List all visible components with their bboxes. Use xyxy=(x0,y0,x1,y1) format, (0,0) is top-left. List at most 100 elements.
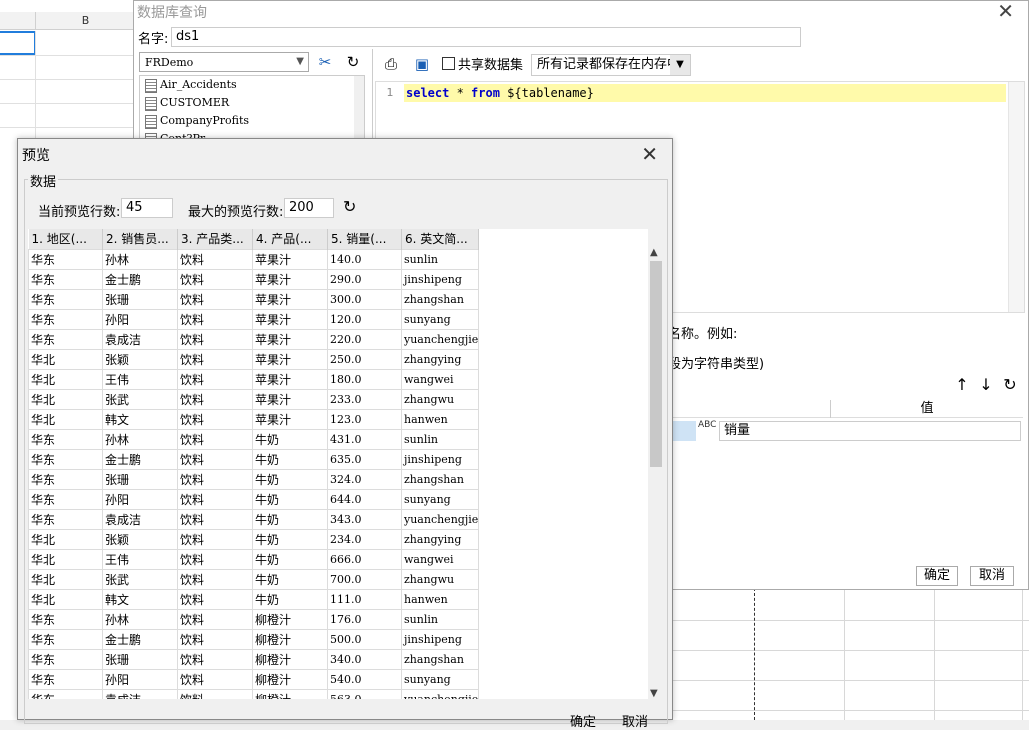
table-cell[interactable]: 张武 xyxy=(102,388,178,410)
table-cell[interactable]: 饮料 xyxy=(177,528,253,550)
table-cell[interactable]: sunyang xyxy=(400,668,480,690)
column-header[interactable]: 5. 销量(... xyxy=(327,229,402,249)
chevron-down-icon[interactable]: ▼ xyxy=(650,688,658,699)
table-cell[interactable]: 饮料 xyxy=(177,628,253,650)
param-value-input[interactable]: 销量 xyxy=(719,421,1021,441)
table-cell[interactable]: 华东 xyxy=(28,608,103,630)
table-cell[interactable]: 孙阳 xyxy=(102,668,178,690)
selected-cell[interactable] xyxy=(0,31,36,55)
table-cell[interactable]: 饮料 xyxy=(177,328,253,350)
table-cell[interactable]: yuanchengjie xyxy=(400,328,480,350)
table-cell[interactable]: 563.0 xyxy=(327,688,402,699)
table-cell[interactable]: hanwen xyxy=(400,588,480,610)
table-row[interactable]: 华东 孙林 饮料 苹果汁 140.0 sunlin xyxy=(28,248,480,270)
column-header[interactable]: 2. 销售员... xyxy=(102,229,178,249)
table-cell[interactable]: 华北 xyxy=(28,408,103,430)
table-cell[interactable]: 孙林 xyxy=(102,608,178,630)
table-cell[interactable]: 孙阳 xyxy=(102,308,178,330)
table-cell[interactable]: 金士鹏 xyxy=(102,268,178,290)
table-cell[interactable]: sunyang xyxy=(400,308,480,330)
chevron-up-icon[interactable]: ▲ xyxy=(650,247,658,258)
table-cell[interactable]: 华东 xyxy=(28,628,103,650)
table-row[interactable]: 华东 金士鹏 饮料 柳橙汁 500.0 jinshipeng xyxy=(28,628,480,650)
table-cell[interactable]: 华北 xyxy=(28,528,103,550)
table-cell[interactable]: 苹果汁 xyxy=(252,268,328,290)
table-cell[interactable]: 苹果汁 xyxy=(252,408,328,430)
table-cell[interactable]: 张颖 xyxy=(102,348,178,370)
table-cell[interactable]: 华北 xyxy=(28,588,103,610)
table-cell[interactable]: sunyang xyxy=(400,488,480,510)
table-cell[interactable]: hanwen xyxy=(400,408,480,430)
table-cell[interactable]: 644.0 xyxy=(327,488,402,510)
table-row[interactable]: 华东 孙林 饮料 牛奶 431.0 sunlin xyxy=(28,428,480,450)
table-list-item[interactable]: CUSTOMER xyxy=(140,94,364,112)
column-header-b[interactable]: B xyxy=(35,12,135,30)
table-row[interactable]: 华东 张珊 饮料 牛奶 324.0 zhangshan xyxy=(28,468,480,490)
table-cell[interactable]: 苹果汁 xyxy=(252,388,328,410)
table-cell[interactable]: 华东 xyxy=(28,468,103,490)
table-cell[interactable]: 250.0 xyxy=(327,348,402,370)
param-row[interactable]: ABC 销量 xyxy=(668,421,1023,441)
table-cell[interactable]: 饮料 xyxy=(177,248,253,270)
table-cell[interactable]: 苹果汁 xyxy=(252,348,328,370)
table-cell[interactable]: 饮料 xyxy=(177,608,253,630)
table-row[interactable]: 华北 韩文 饮料 苹果汁 123.0 hanwen xyxy=(28,408,480,430)
table-cell[interactable]: 华东 xyxy=(28,288,103,310)
table-cell[interactable]: 540.0 xyxy=(327,668,402,690)
max-rows-field[interactable]: 200 xyxy=(284,198,334,218)
table-cell[interactable]: 韩文 xyxy=(102,408,178,430)
table-cell[interactable]: 牛奶 xyxy=(252,488,328,510)
table-row[interactable]: 华东 金士鹏 饮料 牛奶 635.0 jinshipeng xyxy=(28,448,480,470)
table-cell[interactable]: 华东 xyxy=(28,448,103,470)
table-cell[interactable]: 牛奶 xyxy=(252,428,328,450)
table-cell[interactable]: 苹果汁 xyxy=(252,288,328,310)
column-header[interactable]: 4. 产品(... xyxy=(252,229,328,249)
table-cell[interactable]: 饮料 xyxy=(177,288,253,310)
table-cell[interactable]: 袁成洁 xyxy=(102,328,178,350)
preview-icon[interactable]: ⎙ xyxy=(380,54,402,76)
table-cell[interactable]: 袁成洁 xyxy=(102,508,178,530)
table-cell[interactable]: 饮料 xyxy=(177,688,253,699)
table-cell[interactable]: 苹果汁 xyxy=(252,308,328,330)
sql-line[interactable]: select * from ${tablename} xyxy=(404,84,1006,102)
close-icon[interactable]: ✕ xyxy=(641,142,658,166)
table-cell[interactable]: 张珊 xyxy=(102,288,178,310)
table-row[interactable]: 华东 孙阳 饮料 牛奶 644.0 sunyang xyxy=(28,488,480,510)
table-cell[interactable]: yuanchengjie xyxy=(400,508,480,530)
table-cell[interactable]: 苹果汁 xyxy=(252,368,328,390)
table-cell[interactable]: 饮料 xyxy=(177,368,253,390)
table-cell[interactable]: 233.0 xyxy=(327,388,402,410)
table-cell[interactable]: zhangying xyxy=(400,348,480,370)
table-row[interactable]: 华北 韩文 饮料 牛奶 111.0 hanwen xyxy=(28,588,480,610)
table-cell[interactable]: 111.0 xyxy=(327,588,402,610)
table-cell[interactable]: 324.0 xyxy=(327,468,402,490)
table-cell[interactable]: 饮料 xyxy=(177,468,253,490)
table-cell[interactable]: 牛奶 xyxy=(252,468,328,490)
table-cell[interactable]: yuanchengjie xyxy=(400,688,480,699)
table-cell[interactable]: 340.0 xyxy=(327,648,402,670)
table-cell[interactable]: 饮料 xyxy=(177,548,253,570)
ok-button[interactable]: 确定 xyxy=(570,711,596,730)
table-cell[interactable]: 饮料 xyxy=(177,408,253,430)
table-cell[interactable]: 300.0 xyxy=(327,288,402,310)
connection-select[interactable]: FRDemo ▼ xyxy=(139,52,309,72)
table-cell[interactable]: 饮料 xyxy=(177,348,253,370)
table-row[interactable]: 华东 张珊 饮料 苹果汁 300.0 zhangshan xyxy=(28,288,480,310)
table-cell[interactable]: 柳橙汁 xyxy=(252,648,328,670)
table-row[interactable]: 华北 王伟 饮料 牛奶 666.0 wangwei xyxy=(28,548,480,570)
table-cell[interactable]: wangwei xyxy=(400,368,480,390)
table-cell[interactable]: zhangshan xyxy=(400,468,480,490)
table-cell[interactable]: 华东 xyxy=(28,508,103,530)
table-cell[interactable]: 华北 xyxy=(28,568,103,590)
table-cell[interactable]: 柳橙汁 xyxy=(252,668,328,690)
table-cell[interactable]: zhangwu xyxy=(400,568,480,590)
table-cell[interactable]: 饮料 xyxy=(177,488,253,510)
table-cell[interactable]: jinshipeng xyxy=(400,628,480,650)
table-cell[interactable]: 120.0 xyxy=(327,308,402,330)
table-cell[interactable]: 华东 xyxy=(28,268,103,290)
table-row[interactable]: 华东 张珊 饮料 柳橙汁 340.0 zhangshan xyxy=(28,648,480,670)
table-cell[interactable]: 牛奶 xyxy=(252,568,328,590)
table-cell[interactable]: 孙阳 xyxy=(102,488,178,510)
current-rows-field[interactable]: 45 xyxy=(121,198,173,218)
table-cell[interactable]: 柳橙汁 xyxy=(252,628,328,650)
